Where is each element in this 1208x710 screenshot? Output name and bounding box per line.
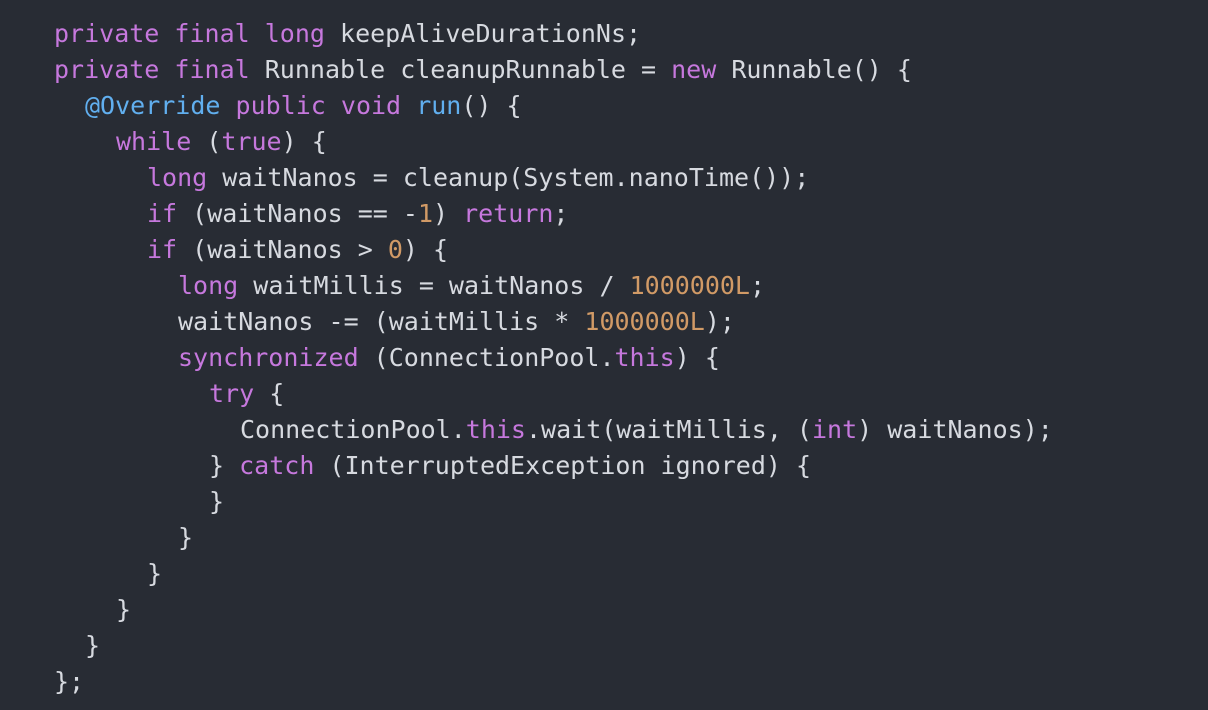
code-line: @Override public void run() { xyxy=(54,88,1208,124)
code-token-keyword: void xyxy=(340,91,402,120)
code-token-keyword: if xyxy=(147,199,178,228)
code-token-keyword: long xyxy=(178,271,239,300)
code-token-keyword: private xyxy=(54,19,160,48)
code-line: if (waitNanos == -1) return; xyxy=(54,196,1208,232)
code-view: private final long keepAliveDurationNs; p… xyxy=(54,16,1208,700)
code-token-function: run xyxy=(416,91,462,120)
code-token-ident: } xyxy=(209,451,240,480)
code-token-keyword: new xyxy=(671,55,717,84)
code-line: while (true) { xyxy=(54,124,1208,160)
code-line: waitNanos -= (waitMillis * 1000000L); xyxy=(54,304,1208,340)
code-token-ident: () { xyxy=(461,91,522,120)
code-token-keyword: long xyxy=(147,163,208,192)
code-token-ident: ) waitNanos); xyxy=(857,415,1053,444)
code-token-ident: } xyxy=(116,595,132,624)
code-line: } catch (InterruptedException ignored) { xyxy=(54,448,1208,484)
code-line: } xyxy=(54,592,1208,628)
code-token-punct xyxy=(220,91,235,120)
code-token-keyword: catch xyxy=(239,451,315,480)
code-token-ident: } xyxy=(147,559,163,588)
code-token-ident: Runnable() { xyxy=(716,55,912,84)
code-token-ident: (ConnectionPool. xyxy=(358,343,615,372)
code-token-keyword: final xyxy=(174,55,250,84)
code-token-keyword: while xyxy=(116,127,192,156)
code-token-ident: ) { xyxy=(281,127,327,156)
code-token-keyword: long xyxy=(264,19,325,48)
code-token-ident: ConnectionPool. xyxy=(240,415,466,444)
code-token-keyword: try xyxy=(209,379,255,408)
code-token-ident: { xyxy=(254,379,285,408)
code-line: synchronized (ConnectionPool.this) { xyxy=(54,340,1208,376)
code-line: private final long keepAliveDurationNs; xyxy=(54,16,1208,52)
code-token-ident: } xyxy=(178,523,194,552)
code-token-ident: ); xyxy=(704,307,735,336)
code-token-ident: waitMillis = waitNanos / xyxy=(238,271,630,300)
code-token-ident: (InterruptedException ignored) { xyxy=(314,451,812,480)
code-line: if (waitNanos > 0) { xyxy=(54,232,1208,268)
code-token-ident: ) { xyxy=(674,343,720,372)
code-line: } xyxy=(54,556,1208,592)
code-token-ident: ; xyxy=(749,271,766,300)
code-token-keyword: synchronized xyxy=(178,343,359,372)
code-editor[interactable]: private final long keepAliveDurationNs; p… xyxy=(0,0,1208,710)
code-line: } xyxy=(54,520,1208,556)
code-token-keyword: if xyxy=(147,235,178,264)
code-token-keyword: true xyxy=(221,127,282,156)
code-token-annotation: @Override xyxy=(85,91,221,120)
code-line: } xyxy=(54,628,1208,664)
code-token-keyword: private xyxy=(54,55,160,84)
code-line: long waitNanos = cleanup(System.nanoTime… xyxy=(54,160,1208,196)
code-token-ident: waitNanos = cleanup(System.nanoTime()); xyxy=(207,163,810,192)
code-token-ident: (waitNanos == - xyxy=(177,199,418,228)
code-token-ident: }; xyxy=(54,667,85,696)
code-token-number: 1000000L xyxy=(584,307,705,336)
code-token-ident: } xyxy=(85,631,101,660)
code-token-keyword: final xyxy=(174,19,250,48)
code-token-ident: ( xyxy=(191,127,222,156)
code-token-ident: keepAliveDurationNs; xyxy=(324,19,642,48)
code-line: try { xyxy=(54,376,1208,412)
code-token-punct xyxy=(159,55,174,84)
code-token-keyword: return xyxy=(463,199,554,228)
code-token-number: 0 xyxy=(387,235,403,264)
code-token-number: 1 xyxy=(417,199,433,228)
code-token-ident: (waitNanos > xyxy=(177,235,388,264)
code-token-ident: Runnable cleanupRunnable = xyxy=(249,55,672,84)
code-token-ident: .wait(waitMillis, ( xyxy=(526,415,812,444)
code-token-keyword: public xyxy=(235,91,326,120)
code-token-keyword: this xyxy=(465,415,526,444)
code-token-punct xyxy=(250,19,265,48)
code-line: long waitMillis = waitNanos / 1000000L; xyxy=(54,268,1208,304)
code-token-keyword: this xyxy=(614,343,675,372)
code-token-ident: waitNanos -= (waitMillis * xyxy=(178,307,585,336)
code-token-number: 1000000L xyxy=(629,271,750,300)
code-token-punct xyxy=(159,19,174,48)
code-token-ident: ; xyxy=(553,199,569,228)
code-token-ident: ) xyxy=(433,199,464,228)
code-token-ident: } xyxy=(209,487,225,516)
code-line: ConnectionPool.this.wait(waitMillis, (in… xyxy=(54,412,1208,448)
code-token-keyword: int xyxy=(811,415,858,444)
code-line: private final Runnable cleanupRunnable =… xyxy=(54,52,1208,88)
code-line: } xyxy=(54,484,1208,520)
code-token-ident: ) { xyxy=(402,235,449,264)
code-token-punct xyxy=(326,91,341,120)
code-token-punct xyxy=(401,91,416,120)
code-line: }; xyxy=(54,664,1208,700)
